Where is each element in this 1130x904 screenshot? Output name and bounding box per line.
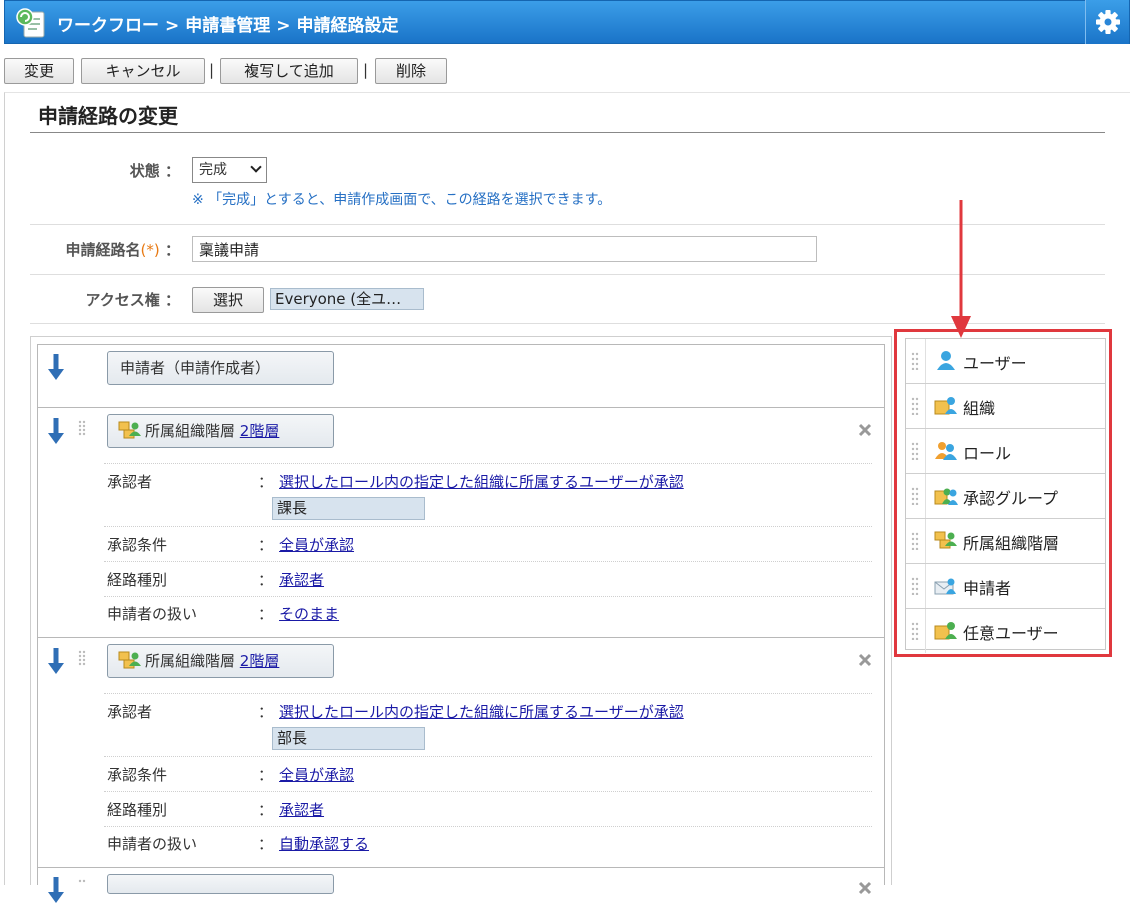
approver-label: 承認者 bbox=[107, 473, 153, 491]
copy-add-button[interactable]: 複写して追加 bbox=[220, 58, 358, 84]
approver-value: ：選択したロール内の指定した組織に所属するユーザーが承認 bbox=[258, 703, 684, 721]
required-mark: (*) bbox=[140, 241, 160, 259]
palette-item-role[interactable]: ロール bbox=[906, 429, 1105, 474]
title-divider bbox=[30, 132, 1105, 133]
workflow-app-icon bbox=[16, 8, 45, 38]
route-step-chip bbox=[107, 874, 334, 894]
approver-label: 承認者 bbox=[107, 703, 153, 721]
drag-handle-icon bbox=[911, 352, 919, 370]
route-type-value: ：承認者 bbox=[258, 801, 325, 819]
palette-item-user[interactable]: ユーザー bbox=[906, 339, 1105, 384]
access-value: Everyone (全ユ… bbox=[270, 288, 424, 310]
change-button[interactable]: 変更 bbox=[4, 58, 74, 84]
close-icon[interactable] bbox=[858, 881, 872, 895]
arrow-down-icon bbox=[48, 354, 64, 380]
approver-value: ：選択したロール内の指定した組織に所属するユーザーが承認 bbox=[258, 473, 684, 491]
toolbar-divider: | bbox=[363, 61, 369, 79]
palette-item-applicant[interactable]: 申請者 bbox=[906, 564, 1105, 609]
hierarchy-level-link[interactable]: 2階層 bbox=[240, 652, 280, 670]
close-icon[interactable] bbox=[858, 423, 872, 437]
drag-handle-icon[interactable] bbox=[78, 879, 86, 895]
org-hierarchy-icon bbox=[118, 421, 141, 439]
applicant-icon bbox=[934, 578, 956, 595]
route-type-link[interactable]: 承認者 bbox=[279, 571, 324, 589]
drag-handle-icon[interactable] bbox=[78, 420, 86, 436]
applicant-handling-label: 申請者の扱い bbox=[107, 605, 198, 623]
step-divider bbox=[38, 867, 884, 868]
drag-handle-icon bbox=[911, 577, 919, 595]
breadcrumb-item-route-settings: 申請経路設定 bbox=[296, 16, 399, 36]
hierarchy-level-link[interactable]: 2階層 bbox=[240, 422, 280, 440]
applicant-handling-value: ：そのまま bbox=[258, 605, 340, 623]
approval-condition-label: 承認条件 bbox=[107, 536, 168, 554]
arrow-down-icon bbox=[48, 877, 64, 903]
arrow-down-icon bbox=[48, 648, 64, 674]
route-type-link[interactable]: 承認者 bbox=[279, 801, 324, 819]
access-select-button[interactable]: 選択 bbox=[192, 287, 264, 313]
approval-condition-label: 承認条件 bbox=[107, 766, 168, 784]
breadcrumb-item-form-management[interactable]: 申請書管理 bbox=[185, 16, 270, 36]
palette-item-approval-group[interactable]: 承認グループ bbox=[906, 474, 1105, 519]
role-chip: 課長 bbox=[272, 497, 425, 520]
drag-handle-icon bbox=[911, 397, 919, 415]
row-divider bbox=[30, 323, 1105, 324]
applicant-handling-link[interactable]: 自動承認する bbox=[279, 835, 369, 853]
applicant-step: 申請者（申請作成者） bbox=[107, 351, 334, 385]
route-type-value: ：承認者 bbox=[258, 571, 325, 589]
approver-link[interactable]: 選択したロール内の指定した組織に所属するユーザーが承認 bbox=[279, 473, 684, 491]
breadcrumb-item-workflow[interactable]: ワークフロー bbox=[57, 16, 159, 36]
drag-handle-icon bbox=[911, 487, 919, 505]
status-select[interactable]: 完成 bbox=[192, 157, 267, 183]
org-hierarchy-icon bbox=[934, 531, 957, 549]
page-title: 申請経路の変更 bbox=[38, 104, 178, 128]
applicant-handling-link[interactable]: そのまま bbox=[279, 605, 339, 623]
route-step-chip: 所属組織階層 2階層 bbox=[107, 414, 334, 448]
gear-icon bbox=[1096, 10, 1120, 34]
breadcrumb: ワークフロー > 申請書管理 > 申請経路設定 bbox=[57, 16, 399, 36]
org-hierarchy-icon bbox=[118, 651, 141, 669]
route-type-label: 経路種別 bbox=[107, 801, 168, 819]
delete-button[interactable]: 削除 bbox=[375, 58, 447, 84]
approval-condition-value: ：全員が承認 bbox=[258, 766, 355, 784]
applicant-handling-value: ：自動承認する bbox=[258, 835, 370, 853]
route-name-label: 申請経路名(*) ： bbox=[65, 241, 180, 259]
route-step-chip: 所属組織階層 2階層 bbox=[107, 644, 334, 678]
approval-group-icon bbox=[934, 488, 958, 505]
approval-condition-link[interactable]: 全員が承認 bbox=[279, 766, 354, 784]
row-divider bbox=[30, 274, 1105, 275]
status-note: ※ 「完成」とすると、申請作成画面で、この経路を選択できます。 bbox=[192, 192, 612, 208]
organization-icon bbox=[934, 397, 957, 415]
palette-item-organization[interactable]: 組織 bbox=[906, 384, 1105, 429]
any-user-icon bbox=[934, 622, 957, 640]
status-label: 状態 ： bbox=[129, 162, 180, 180]
cancel-button[interactable]: キャンセル bbox=[81, 58, 205, 84]
role-icon bbox=[935, 442, 957, 460]
access-label: アクセス権 ： bbox=[85, 291, 180, 309]
title-bar: ワークフロー > 申請書管理 > 申請経路設定 bbox=[4, 0, 1130, 44]
route-element-palette: ユーザー 組織 ロール 承認グループ 所属組織階層 申請者 任意ユーザー bbox=[905, 338, 1106, 653]
role-chip: 部長 bbox=[272, 727, 425, 750]
drag-handle-icon bbox=[911, 442, 919, 460]
route-name-input[interactable] bbox=[192, 236, 817, 262]
approver-link[interactable]: 選択したロール内の指定した組織に所属するユーザーが承認 bbox=[279, 703, 684, 721]
annotation-arrow bbox=[951, 200, 971, 338]
toolbar-divider: | bbox=[209, 61, 215, 79]
drag-handle-icon bbox=[911, 532, 919, 550]
chevron-down-icon bbox=[250, 161, 262, 173]
step-divider bbox=[38, 407, 884, 408]
step-divider bbox=[38, 637, 884, 638]
route-type-label: 経路種別 bbox=[107, 571, 168, 589]
approval-condition-value: ：全員が承認 bbox=[258, 536, 355, 554]
row-divider bbox=[30, 224, 1105, 225]
palette-item-org-hierarchy[interactable]: 所属組織階層 bbox=[906, 519, 1105, 564]
close-icon[interactable] bbox=[858, 653, 872, 667]
arrow-down-icon bbox=[48, 418, 64, 444]
approval-condition-link[interactable]: 全員が承認 bbox=[279, 536, 354, 554]
user-icon bbox=[937, 351, 955, 370]
palette-item-any-user[interactable]: 任意ユーザー bbox=[906, 609, 1105, 654]
drag-handle-icon[interactable] bbox=[78, 650, 86, 666]
applicant-handling-label: 申請者の扱い bbox=[107, 835, 198, 853]
drag-handle-icon bbox=[911, 622, 919, 640]
settings-button[interactable] bbox=[1085, 0, 1129, 44]
